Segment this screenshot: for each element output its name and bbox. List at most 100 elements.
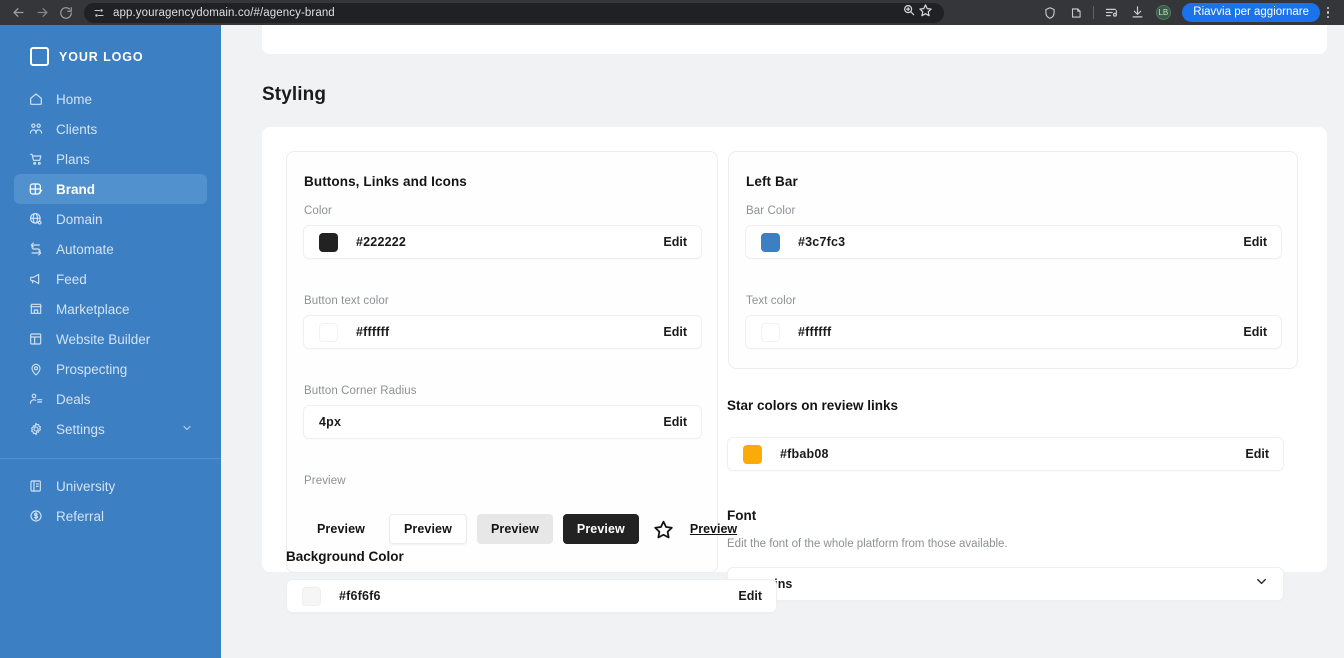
sidebar-item-label: University	[56, 479, 115, 494]
preview-dark-button[interactable]: Preview	[563, 514, 639, 544]
bar-color-row[interactable]: #3c7fc3 Edit	[745, 225, 1282, 259]
address-bar[interactable]: app.youragencydomain.co/#/agency-brand	[84, 3, 944, 23]
sidebar-item-home[interactable]: Home	[14, 84, 207, 114]
url-text: app.youragencydomain.co/#/agency-brand	[113, 7, 335, 19]
download-icon[interactable]	[1124, 2, 1150, 24]
edit-button[interactable]: Edit	[1243, 325, 1267, 339]
sidebar-item-domain[interactable]: Domain	[14, 204, 207, 234]
edit-button[interactable]: Edit	[663, 325, 687, 339]
sidebar-item-deals[interactable]: Deals	[14, 384, 207, 414]
reload-button[interactable]	[54, 2, 78, 24]
logo-square-icon	[30, 47, 49, 66]
edit-button[interactable]: Edit	[663, 415, 687, 429]
reload-icon	[59, 6, 73, 20]
color-label: Color	[304, 205, 332, 217]
sidebar-item-university[interactable]: University	[14, 471, 207, 501]
profile-avatar[interactable]: LB	[1150, 2, 1176, 24]
extensions-icon[interactable]	[1063, 2, 1089, 24]
preview-label: Preview	[304, 475, 346, 487]
sidebar-item-label: Domain	[56, 212, 103, 227]
kebab-menu-icon[interactable]	[1320, 2, 1336, 24]
preview-grey-button[interactable]: Preview	[477, 514, 553, 544]
sidebar-item-label: Settings	[56, 422, 105, 437]
star-bookmark-icon[interactable]	[918, 3, 933, 23]
sidebar-item-label: Clients	[56, 122, 97, 137]
color-swatch[interactable]	[319, 233, 338, 252]
background-color-row[interactable]: #f6f6f6 Edit	[286, 579, 777, 613]
update-button[interactable]: Riavvia per aggiornare	[1182, 3, 1320, 22]
preview-plain-button[interactable]: Preview	[303, 514, 379, 544]
chevron-down-icon[interactable]	[181, 422, 193, 437]
bar-color-swatch[interactable]	[761, 233, 780, 252]
sidebar-item-feed[interactable]: Feed	[14, 264, 207, 294]
sidebar-item-label: Feed	[56, 272, 87, 287]
feed-megaphone-icon	[28, 271, 44, 287]
preview-link[interactable]: Preview	[690, 522, 737, 536]
background-color-swatch[interactable]	[302, 587, 321, 606]
forward-button[interactable]	[30, 2, 54, 24]
sidebar-item-prospecting[interactable]: Prospecting	[14, 354, 207, 384]
button-corner-radius-label: Button Corner Radius	[304, 385, 417, 397]
prospecting-pin-icon	[28, 361, 44, 377]
sidebar-item-website-builder[interactable]: Website Builder	[14, 324, 207, 354]
reading-list-icon[interactable]	[1098, 2, 1124, 24]
bar-text-color-value: #ffffff	[798, 325, 831, 339]
page-title: Styling	[262, 84, 326, 106]
text-color-swatch[interactable]	[319, 323, 338, 342]
sidebar-item-marketplace[interactable]: Marketplace	[14, 294, 207, 324]
button-color-row[interactable]: #222222 Edit	[303, 225, 702, 259]
plans-cart-icon	[28, 151, 44, 167]
edit-button[interactable]: Edit	[663, 235, 687, 249]
site-settings-icon[interactable]	[93, 7, 105, 19]
bar-text-color-row[interactable]: #ffffff Edit	[745, 315, 1282, 349]
sidebar-item-label: Automate	[56, 242, 114, 257]
star-color-row[interactable]: #fbab08 Edit	[727, 437, 1284, 471]
bar-text-color-label: Text color	[746, 295, 796, 307]
buttons-links-icons-card: Buttons, Links and Icons Color #222222 E…	[286, 151, 718, 573]
brand-icon	[28, 181, 44, 197]
chevron-down-icon[interactable]	[1254, 574, 1269, 594]
button-text-color-label: Button text color	[304, 295, 389, 307]
sidebar-item-automate[interactable]: Automate	[14, 234, 207, 264]
sidebar-item-label: Brand	[56, 182, 95, 197]
star-color-value: #fbab08	[780, 447, 829, 461]
forward-arrow-icon	[35, 5, 50, 20]
automate-icon	[28, 241, 44, 257]
zoom-magnifier-icon[interactable]	[902, 3, 916, 22]
referral-dollar-icon	[28, 508, 44, 524]
edit-button[interactable]: Edit	[1243, 235, 1267, 249]
edit-button[interactable]: Edit	[1245, 447, 1269, 461]
deals-icon	[28, 391, 44, 407]
domain-globe-icon	[28, 211, 44, 227]
back-button[interactable]	[6, 2, 30, 24]
brand-logo[interactable]: YOUR LOGO	[0, 35, 221, 78]
previous-section-card	[262, 25, 1327, 54]
preview-strip: Preview Preview Preview Preview Preview	[303, 514, 737, 544]
sidebar-item-plans[interactable]: Plans	[14, 144, 207, 174]
bar-color-value: #3c7fc3	[798, 235, 845, 249]
star-color-swatch[interactable]	[743, 445, 762, 464]
button-text-color-row[interactable]: #ffffff Edit	[303, 315, 702, 349]
background-color-title: Background Color	[286, 549, 404, 564]
shield-icon[interactable]	[1037, 2, 1063, 24]
browser-actions: LB Riavvia per aggiornare	[1037, 2, 1338, 24]
bar-color-label: Bar Color	[746, 205, 795, 217]
logo-text: YOUR LOGO	[59, 50, 144, 64]
preview-outline-button[interactable]: Preview	[389, 514, 467, 544]
card-title: Left Bar	[746, 174, 798, 189]
sidebar-item-clients[interactable]: Clients	[14, 114, 207, 144]
sidebar: YOUR LOGO Home Clients Plans	[0, 25, 221, 658]
sidebar-item-brand[interactable]: Brand	[14, 174, 207, 204]
sidebar-divider	[0, 458, 221, 459]
sidebar-item-settings[interactable]: Settings	[14, 414, 207, 444]
font-select[interactable]: Poppins	[727, 567, 1284, 601]
bar-text-color-swatch[interactable]	[761, 323, 780, 342]
edit-button[interactable]: Edit	[738, 589, 762, 603]
sidebar-item-label: Plans	[56, 152, 90, 167]
university-book-icon	[28, 478, 44, 494]
font-title: Font	[727, 508, 756, 523]
settings-gear-icon	[28, 421, 44, 437]
button-corner-radius-row[interactable]: 4px Edit	[303, 405, 702, 439]
marketplace-icon	[28, 301, 44, 317]
sidebar-item-referral[interactable]: Referral	[14, 501, 207, 531]
